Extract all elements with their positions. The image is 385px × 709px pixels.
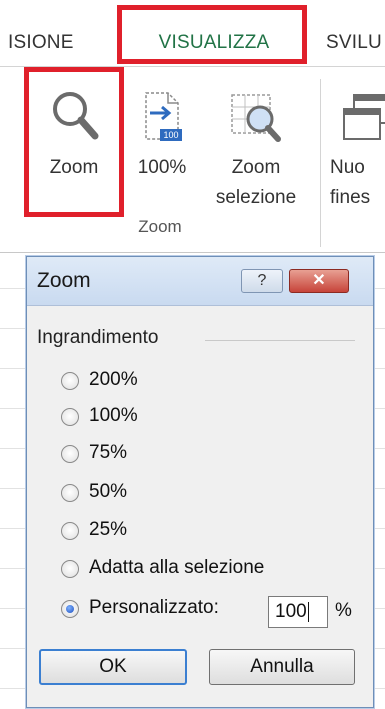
tab-revisione[interactable]: ISIONE [8, 0, 74, 66]
radio-custom[interactable] [61, 600, 79, 618]
option-25-label: 25% [89, 519, 128, 540]
ribbon-tabs: ISIONE VISUALIZZA SVILU [0, 0, 385, 66]
zoom-selection-label-2: selezione [215, 187, 297, 208]
radio-25[interactable] [61, 522, 79, 540]
section-divider [205, 340, 355, 341]
svg-text:100: 100 [163, 130, 178, 140]
custom-zoom-input[interactable]: 100 [268, 596, 328, 628]
option-200-label: 200% [89, 369, 138, 390]
section-ingrandimento: Ingrandimento [37, 327, 159, 348]
group-label: Zoom [138, 217, 182, 236]
radio-50[interactable] [61, 484, 79, 502]
zoom-selection-icon [231, 94, 281, 142]
group-separator [320, 79, 321, 247]
option-50-label: 50% [89, 481, 128, 502]
dialog-title: Zoom [37, 269, 91, 292]
percent-sign: % [335, 600, 352, 621]
radio-75[interactable] [61, 445, 79, 463]
zoom-highlight-box [24, 67, 124, 217]
dialog-titlebar[interactable]: Zoom ? ✕ [27, 257, 373, 306]
help-button[interactable]: ? [241, 269, 283, 293]
option-100-label: 100% [89, 405, 138, 426]
tab-highlight-box [117, 5, 307, 64]
tab-sviluppo[interactable]: SVILU [326, 0, 382, 66]
new-window-button[interactable]: Nuo fines [330, 87, 385, 213]
ok-button[interactable]: OK [39, 649, 187, 685]
ribbon-zoom-group: Zoom 100 100% Zoom selezione Nuo fines Z… [0, 66, 385, 253]
zoom-100-button[interactable]: 100 100% [130, 87, 194, 183]
option-custom-label: Personalizzato: [89, 597, 219, 618]
zoom-selection-button[interactable]: Zoom selezione [206, 87, 306, 213]
zoom-100-label: 100% [137, 157, 187, 178]
close-button[interactable]: ✕ [289, 269, 349, 293]
new-window-label-1: Nuo [330, 157, 365, 178]
zoom-selection-label-1: Zoom [231, 157, 281, 178]
new-window-label-2: fines [330, 187, 371, 208]
new-window-icon [343, 94, 385, 140]
radio-fit-selection[interactable] [61, 560, 79, 578]
radio-100[interactable] [61, 408, 79, 426]
cancel-button[interactable]: Annulla [209, 649, 355, 685]
page-100-icon: 100 [145, 92, 182, 141]
zoom-dialog: Zoom ? ✕ Ingrandimento 200% 100% 75% 50%… [26, 256, 374, 708]
text-caret [307, 601, 309, 622]
option-75-label: 75% [89, 442, 128, 463]
radio-200[interactable] [61, 372, 79, 390]
custom-zoom-value: 100 [275, 601, 307, 622]
option-fit-selection-label: Adatta alla selezione [89, 557, 265, 578]
